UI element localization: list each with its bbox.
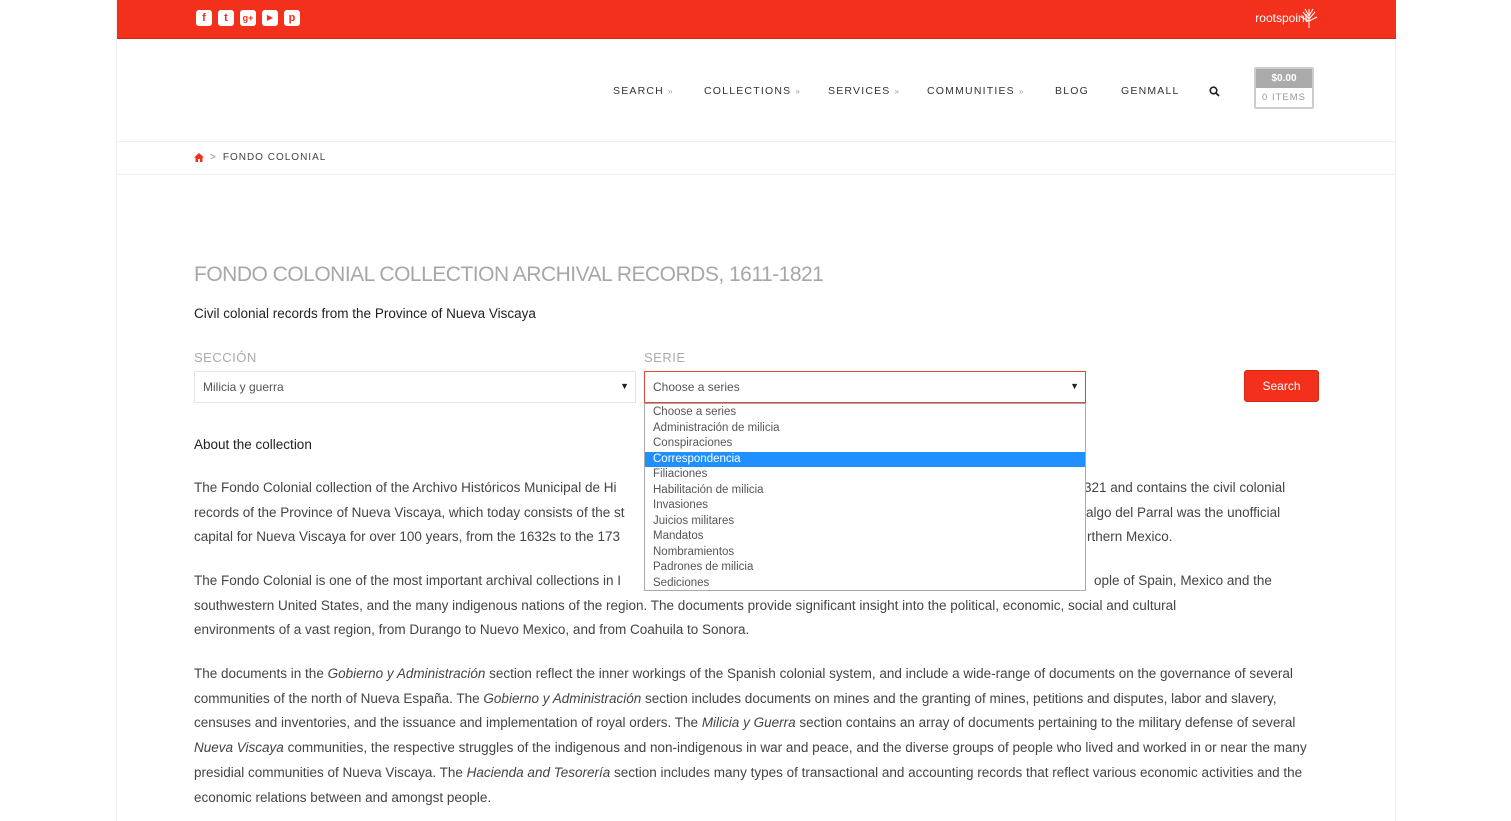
serie-option-highlighted[interactable]: Correspondencia [645,451,1085,467]
text-fragment: Gobierno y Administración [483,690,642,706]
nav-communities[interactable]: COMMUNITIES» [927,85,1025,97]
serie-option[interactable]: Conspiraciones [645,436,1085,452]
nav-communities-label: COMMUNITIES [927,85,1015,97]
text-fragment: The Fondo Colonial collection of the Arc… [194,480,617,495]
nav-blog[interactable]: BLOG [1055,85,1089,97]
chevron-down-icon: » [894,87,901,96]
cart-items-count: 0 ITEMS [1262,92,1306,103]
nav-search-icon[interactable] [1209,84,1220,102]
social-links: f t g+ ▶ p [196,10,300,26]
nav-genmall[interactable]: GENMALL [1121,85,1180,97]
text-fragment: Gobierno y Administración [327,666,486,681]
nav-services-label: SERVICES [828,85,891,97]
home-icon[interactable] [194,153,204,162]
serie-option[interactable]: Habilitación de milicia [645,483,1085,499]
text-fragment: section contains an array of documents p… [795,715,1296,731]
text-fragment: Milicia y Guerra [701,715,796,731]
page-title: FONDO COLONIAL COLLECTION ARCHIVAL RECOR… [194,263,824,286]
nav-search-label: SEARCH [613,85,664,97]
about-paragraph-3: The documents in the Gobierno y Administ… [194,662,1320,810]
text-fragment: records of the Province of Nueva Viscaya… [194,504,625,520]
serie-label: SERIE [644,350,686,365]
chevron-down-icon: » [795,87,801,96]
breadcrumb-current: FONDO COLONIAL [222,152,327,163]
nav-collections[interactable]: COLLECTIONS» [704,85,801,97]
page-subtitle: Civil colonial records from the Province… [194,306,536,321]
about-heading: About the collection [194,437,312,452]
text-fragment: ople of Spain, Mexico and the [1094,573,1272,588]
top-bar: f t g+ ▶ p rootspoint [117,0,1396,39]
pinterest-icon[interactable]: p [284,10,300,26]
search-icon [1209,86,1220,97]
breadcrumb-separator: > [210,152,217,163]
seccion-select[interactable]: Milicia y guerra ▼ [194,371,636,403]
cart-widget[interactable]: $0.00 0 ITEMS [1254,67,1314,109]
facebook-icon[interactable]: f [196,10,212,26]
serie-option[interactable]: Mandatos [645,529,1085,545]
text-fragment: The Fondo Colonial is one of the most im… [194,573,621,588]
twitter-icon[interactable]: t [218,10,234,26]
text-fragment: southwestern United States, and the many… [194,597,1177,638]
youtube-icon[interactable]: ▶ [262,10,278,26]
nav-search[interactable]: SEARCH» [613,85,674,97]
text-fragment: rthern Mexico. [1087,529,1173,545]
serie-option[interactable]: Juicios militares [645,514,1085,530]
nav-collections-label: COLLECTIONS [704,85,792,97]
site-header: SEARCH» COLLECTIONS» SERVICES» COMMUNITI… [117,40,1396,142]
text-fragment: Hacienda and Tesorería [466,764,611,780]
serie-option[interactable]: Administración de milicia [645,421,1085,437]
seccion-value: Milicia y guerra [203,380,284,394]
tree-logo-icon [1300,8,1318,28]
breadcrumb-bar: > FONDO COLONIAL [117,142,1396,175]
chevron-down-icon: » [667,87,674,96]
chevron-down-icon: » [1018,87,1025,96]
brand-logo[interactable]: rootspoint [1255,7,1320,29]
search-button[interactable]: Search [1244,370,1319,402]
serie-select[interactable]: Choose a series ▼ [644,371,1086,403]
serie-option[interactable]: Invasiones [645,498,1085,514]
cart-total: $0.00 [1256,69,1312,88]
google-plus-icon[interactable]: g+ [240,10,256,26]
text-fragment: The documents in the [194,666,328,681]
serie-option[interactable]: Filiaciones [645,467,1085,483]
seccion-label: SECCIÓN [194,350,257,365]
nav-services[interactable]: SERVICES» [828,85,900,97]
text-fragment: algo del Parral was the unofficial [1086,504,1281,520]
serie-option[interactable]: Nombramientos [645,545,1085,561]
serie-dropdown-list: Choose a series Administración de milici… [644,403,1086,591]
dropdown-arrow-icon: ▼ [620,381,629,391]
serie-value: Choose a series [653,380,740,394]
page-container: f t g+ ▶ p rootspoint SEARCH » COLLECTIO… [116,0,1396,821]
breadcrumb: > FONDO COLONIAL [194,152,326,163]
dropdown-arrow-icon: ▼ [1070,381,1079,391]
serie-option[interactable]: Padrones de milicia [645,560,1085,576]
serie-option[interactable]: Sediciones [645,576,1085,592]
text-fragment: Nueva Viscaya [194,740,284,756]
text-fragment: 321 and contains the civil colonial [1084,480,1286,495]
main-nav: SEARCH» COLLECTIONS» SERVICES» COMMUNITI… [117,85,1396,97]
serie-option[interactable]: Choose a series [645,405,1085,421]
text-fragment: capital for Nueva Viscaya for over 100 y… [194,529,620,545]
